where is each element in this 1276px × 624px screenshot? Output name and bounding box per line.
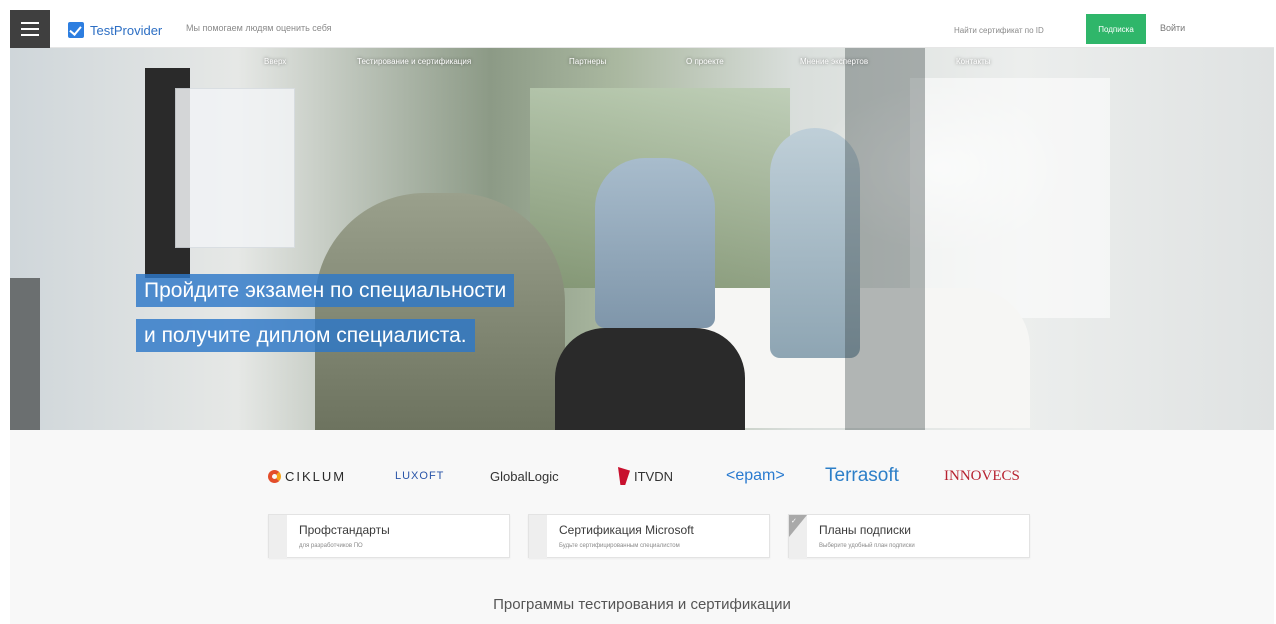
- partner-epam[interactable]: <epam>: [726, 464, 785, 488]
- nav-link-top[interactable]: Вверх: [264, 57, 286, 66]
- tag-icon: ✓: [791, 518, 797, 525]
- card-accent-bar: [529, 515, 547, 559]
- subscribe-button[interactable]: Подписка: [1086, 14, 1146, 44]
- nav-link-about[interactable]: О проекте: [686, 57, 724, 66]
- login-link[interactable]: Войти: [1160, 23, 1185, 33]
- tagline: Мы помогаем людям оценить себя: [186, 23, 332, 33]
- nav-link-partners[interactable]: Партнеры: [569, 57, 606, 66]
- card-title: Планы подписки: [819, 523, 911, 537]
- card-subtitle: для разработчиков ПО: [299, 543, 363, 549]
- scene-wall: [910, 78, 1110, 318]
- card-accent-bar: [269, 515, 287, 559]
- partner-name: CIKLUM: [285, 468, 347, 484]
- partner-name: ITVDN: [634, 468, 673, 484]
- headline-line-2: и получите диплом специалиста.: [136, 319, 475, 353]
- ciklum-logo-icon: [268, 469, 281, 483]
- nav-link-testing[interactable]: Тестирование и сертификация: [357, 57, 471, 66]
- scene-chair: [555, 328, 745, 430]
- nav-link-experts[interactable]: Мнение экспертов: [800, 57, 868, 66]
- card-subtitle: Выберите удобный план подписки: [819, 543, 915, 549]
- menu-line: [21, 34, 39, 36]
- itvdn-logo-icon: [618, 467, 630, 485]
- brand-name: TestProvider: [90, 22, 163, 38]
- partner-name: LUXOFT: [395, 470, 445, 482]
- scene-edge: [10, 278, 40, 430]
- hero-nav: Вверх Тестирование и сертификация Партне…: [10, 48, 1274, 76]
- card-microsoft-certification[interactable]: Сертификация Microsoft Будьте сертифицир…: [528, 514, 770, 559]
- card-title: Сертификация Microsoft: [559, 523, 694, 537]
- partner-terrasoft[interactable]: Terrasoft: [825, 464, 899, 488]
- page: TestProvider Мы помогаем людям оценить с…: [0, 0, 1276, 624]
- partner-itvdn[interactable]: ITVDN: [618, 464, 673, 488]
- programs-section-title: Программы тестирования и сертификации: [493, 596, 791, 613]
- card-subtitle: Будьте сертифицированным специалистом: [559, 543, 680, 549]
- partner-ciklum[interactable]: CIKLUM: [268, 464, 346, 488]
- menu-line: [21, 22, 39, 24]
- nav-link-contacts[interactable]: Контакты: [956, 57, 991, 66]
- certificate-search-input[interactable]: [948, 19, 1076, 41]
- check-logo-icon: [68, 22, 84, 38]
- scene-person: [595, 158, 715, 328]
- scene-panel: [175, 88, 295, 248]
- partner-luxoft[interactable]: LUXOFT: [395, 464, 444, 488]
- hero-banner: Вверх Тестирование и сертификация Партне…: [10, 48, 1274, 430]
- partner-name: <epam>: [726, 467, 785, 484]
- partner-name: INNOVECS: [944, 467, 1020, 484]
- menu-line: [21, 28, 39, 30]
- card-title: Профстандарты: [299, 523, 390, 537]
- partner-name: GlobalLogic: [490, 468, 559, 484]
- partner-innovecs[interactable]: INNOVECS: [944, 464, 1020, 488]
- brand-logo[interactable]: TestProvider: [68, 19, 162, 41]
- scene-glass: [845, 48, 925, 430]
- partner-name: Terrasoft: [825, 465, 899, 486]
- card-prof-standards[interactable]: Профстандарты для разработчиков ПО: [268, 514, 510, 559]
- partners-section: CIKLUM LUXOFT GlobalLogic ITVDN <epam> T…: [10, 430, 1274, 624]
- partner-globallogic[interactable]: GlobalLogic: [490, 464, 559, 488]
- hero-headline: Пройдите экзамен по специальности и полу…: [136, 274, 515, 364]
- headline-line-1: Пройдите экзамен по специальности: [136, 274, 515, 308]
- top-bar: TestProvider Мы помогаем людям оценить с…: [10, 10, 1274, 48]
- hamburger-menu-icon[interactable]: [10, 10, 50, 48]
- card-subscription-plans[interactable]: ✓ Планы подписки Выберите удобный план п…: [788, 514, 1030, 559]
